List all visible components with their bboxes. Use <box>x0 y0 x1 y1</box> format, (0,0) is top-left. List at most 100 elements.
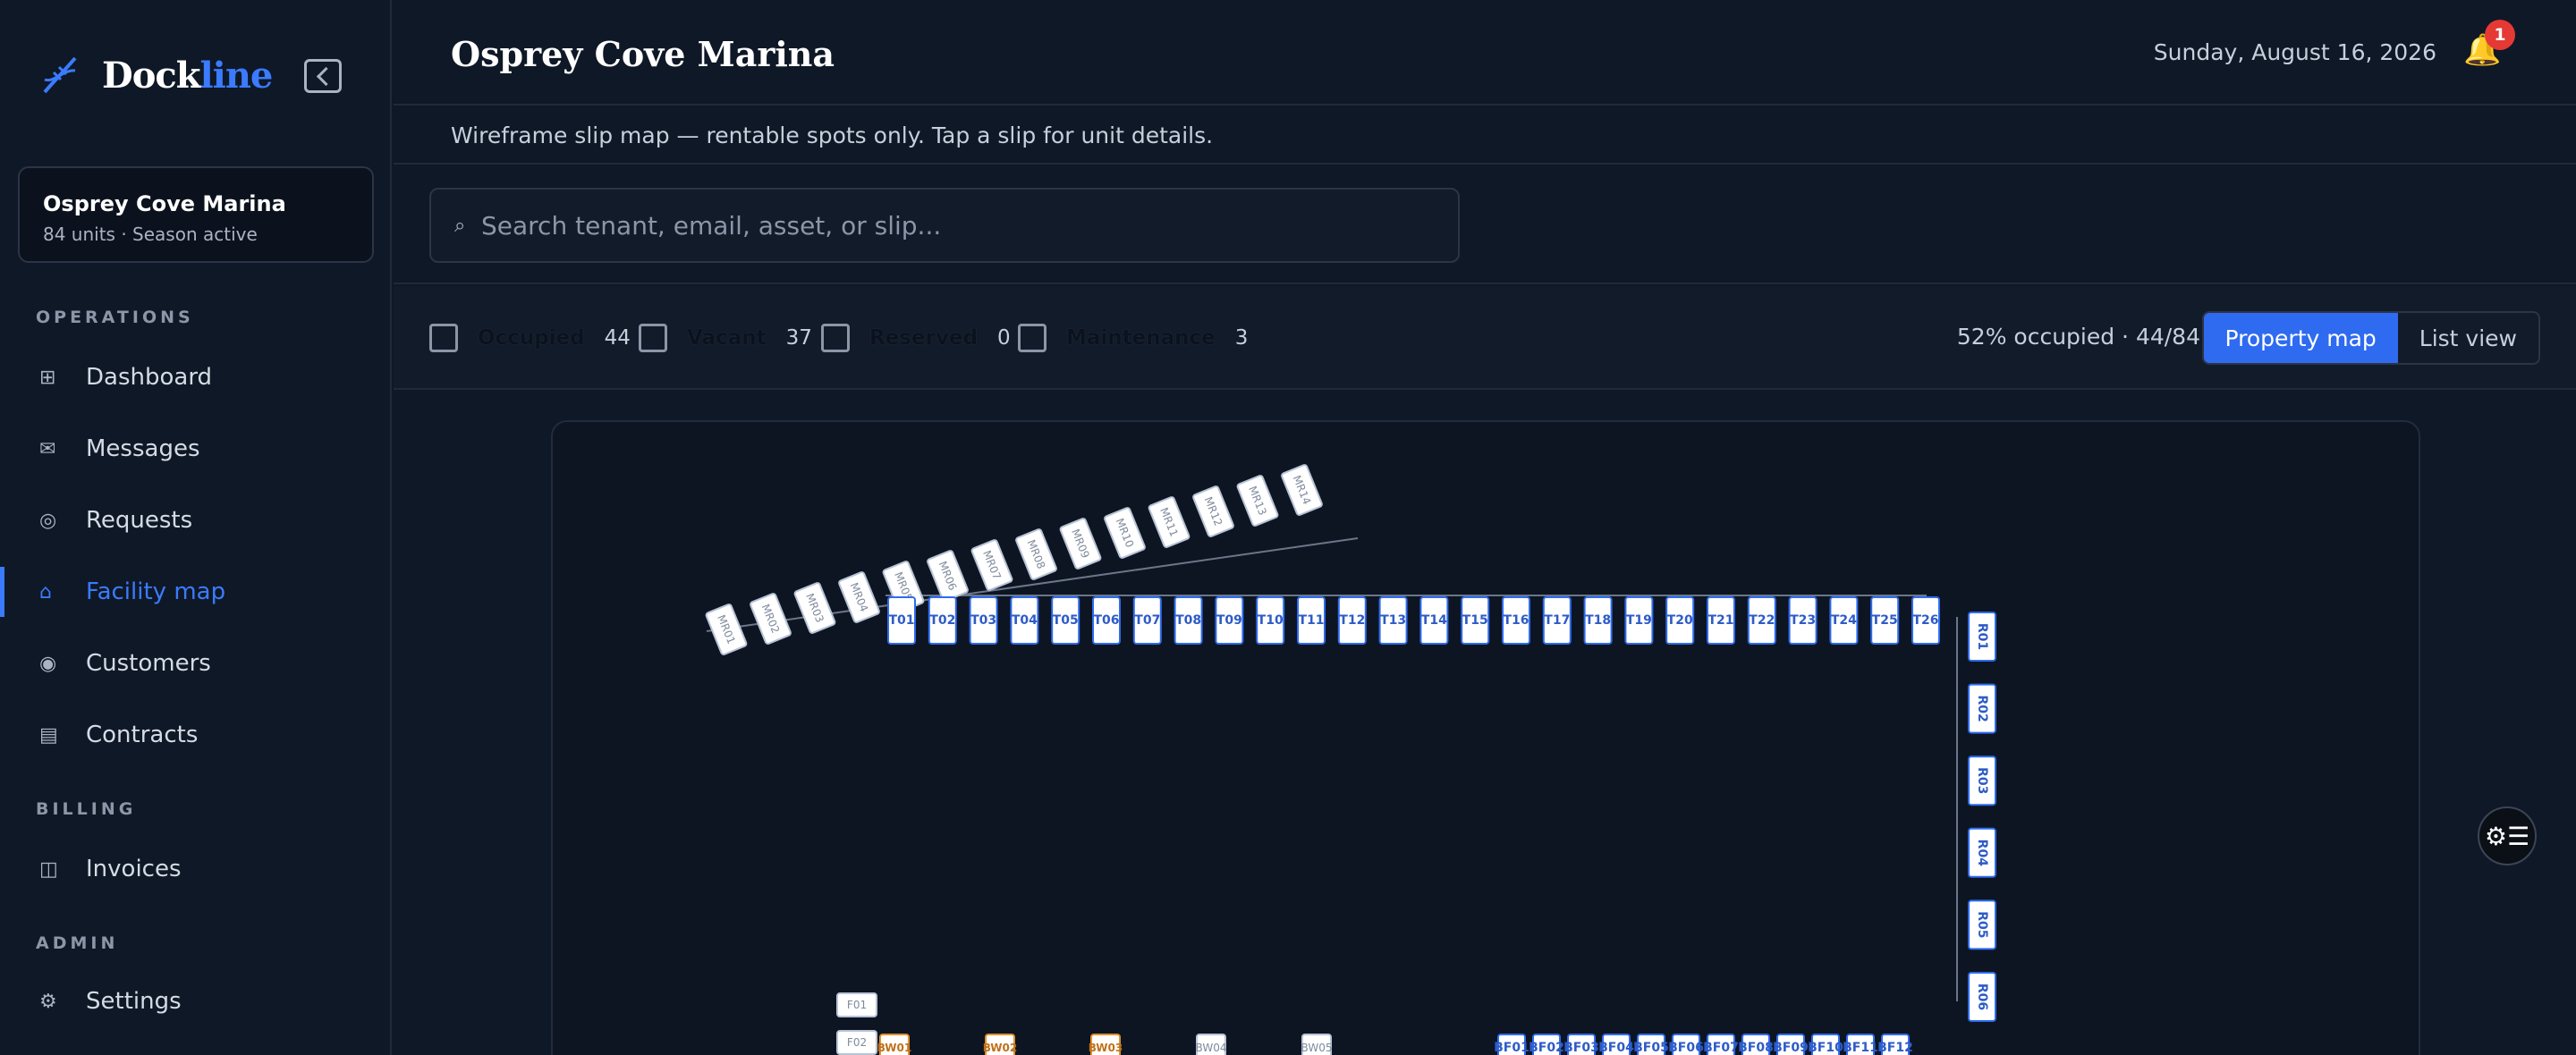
slip-bf07[interactable]: BF07 <box>1703 1034 1739 1055</box>
slip-t10[interactable]: T10 <box>1256 596 1285 645</box>
nav-item-contracts[interactable]: ▤ Contracts <box>0 710 390 760</box>
slip-f02[interactable]: F02 <box>836 1030 877 1055</box>
nav-item-requests[interactable]: ◎ Requests <box>0 495 390 545</box>
slip-mr09[interactable]: MR09 <box>1059 518 1102 570</box>
slip-mr04[interactable]: MR04 <box>838 571 880 623</box>
slip-label: BF12 <box>1877 1041 1913 1055</box>
slip-bf02[interactable]: BF02 <box>1529 1034 1564 1055</box>
slip-bf09[interactable]: BF09 <box>1773 1034 1809 1055</box>
slip-t06[interactable]: T06 <box>1092 596 1121 645</box>
slip-r03[interactable]: R03 <box>1968 755 1996 806</box>
slip-bf11[interactable]: BF11 <box>1843 1034 1878 1055</box>
nav-item-dashboard[interactable]: ⊞ Dashboard <box>0 352 390 402</box>
slip-t21[interactable]: T21 <box>1707 596 1735 645</box>
slip-bf03[interactable]: BF03 <box>1563 1034 1599 1055</box>
nav-item-settings[interactable]: ⚙ Settings <box>0 976 390 1026</box>
slip-label: T13 <box>1380 613 1406 628</box>
slip-bw04[interactable]: BW04 <box>1196 1034 1227 1055</box>
slip-label: R04 <box>1975 840 1989 867</box>
slip-r01[interactable]: R01 <box>1968 612 1996 662</box>
slip-t23[interactable]: T23 <box>1788 596 1818 645</box>
slip-mr02[interactable]: MR02 <box>750 593 792 645</box>
slip-t13[interactable]: T13 <box>1378 596 1408 645</box>
slip-bf12[interactable]: BF12 <box>1877 1034 1913 1055</box>
slip-r02[interactable]: R02 <box>1968 683 1996 734</box>
nav-item-invoices[interactable]: ◫ Invoices <box>0 844 390 894</box>
slip-mr12[interactable]: MR12 <box>1192 485 1234 537</box>
slip-label: BF02 <box>1529 1041 1564 1055</box>
slip-t17[interactable]: T17 <box>1542 596 1572 645</box>
property-subtitle: 84 units · Season active <box>43 224 258 245</box>
slip-label: T10 <box>1258 613 1284 628</box>
collapse-sidebar-button[interactable] <box>304 59 342 93</box>
slip-mr06[interactable]: MR06 <box>927 550 969 602</box>
brand[interactable]: Dockline <box>38 46 273 104</box>
slip-t02[interactable]: T02 <box>928 596 957 645</box>
nav-item-messages[interactable]: ✉ Messages <box>0 424 390 474</box>
slip-bf08[interactable]: BF08 <box>1738 1034 1774 1055</box>
slip-mr03[interactable]: MR03 <box>793 582 836 634</box>
slip-t15[interactable]: T15 <box>1461 596 1490 645</box>
slip-t18[interactable]: T18 <box>1583 596 1613 645</box>
slip-label: T04 <box>1012 613 1038 628</box>
slip-t12[interactable]: T12 <box>1337 596 1367 645</box>
slip-mr07[interactable]: MR07 <box>970 539 1013 591</box>
legend-toggle-icon[interactable]: ⚙☰ <box>2478 806 2537 865</box>
slip-t05[interactable]: T05 <box>1051 596 1080 645</box>
slip-t04[interactable]: T04 <box>1010 596 1039 645</box>
slip-bf10[interactable]: BF10 <box>1808 1034 1843 1055</box>
slip-bw05[interactable]: BW05 <box>1301 1034 1333 1055</box>
slip-t01[interactable]: T01 <box>887 596 916 645</box>
property-switcher[interactable]: Osprey Cove Marina 84 units · Season act… <box>18 166 374 263</box>
slip-r04[interactable]: R04 <box>1968 827 1996 878</box>
slip-bf05[interactable]: BF05 <box>1633 1034 1669 1055</box>
slip-t19[interactable]: T19 <box>1624 596 1654 645</box>
nav-item-customers[interactable]: ◉ Customers <box>0 638 390 688</box>
slip-t25[interactable]: T25 <box>1870 596 1900 645</box>
slip-mr11[interactable]: MR11 <box>1148 496 1191 548</box>
slip-label: BW01 <box>877 1042 911 1054</box>
slip-bw01[interactable]: BW01 <box>877 1034 911 1055</box>
slip-label: BW05 <box>1301 1042 1333 1054</box>
slip-mr13[interactable]: MR13 <box>1236 475 1279 527</box>
slip-label: BF05 <box>1633 1041 1669 1055</box>
nav-item-label: Contracts <box>86 722 199 748</box>
slip-bf04[interactable]: BF04 <box>1598 1034 1634 1055</box>
slip-mr10[interactable]: MR10 <box>1104 507 1146 559</box>
slip-t26[interactable]: T26 <box>1911 596 1940 645</box>
slip-label: T11 <box>1298 613 1324 628</box>
nav-item-label: Messages <box>86 435 200 462</box>
slip-t03[interactable]: T03 <box>969 596 998 645</box>
slip-f01[interactable]: F01 <box>836 992 877 1017</box>
sidebar: Dockline Osprey Cove Marina 84 units · S… <box>0 0 392 1055</box>
slip-t20[interactable]: T20 <box>1665 596 1695 645</box>
slip-bw02[interactable]: BW02 <box>983 1034 1017 1055</box>
nav-item-facility-map[interactable]: ⌂ Facility map <box>0 567 390 617</box>
slip-t07[interactable]: T07 <box>1132 596 1162 645</box>
slip-label: T03 <box>970 613 996 628</box>
slip-t08[interactable]: T08 <box>1174 596 1203 645</box>
slip-t16[interactable]: T16 <box>1502 596 1530 645</box>
slip-t11[interactable]: T11 <box>1297 596 1326 645</box>
slip-r05[interactable]: R05 <box>1968 899 1996 950</box>
slip-mr14[interactable]: MR14 <box>1281 464 1323 516</box>
slip-bf06[interactable]: BF06 <box>1668 1034 1704 1055</box>
slip-label: F02 <box>847 1036 867 1049</box>
slip-mr08[interactable]: MR08 <box>1015 528 1057 580</box>
slip-r06[interactable]: R06 <box>1968 972 1996 1022</box>
slip-mr01[interactable]: MR01 <box>705 603 748 655</box>
slip-t09[interactable]: T09 <box>1215 596 1244 645</box>
slip-label: T12 <box>1339 613 1365 628</box>
slip-t22[interactable]: T22 <box>1747 596 1776 645</box>
slip-label: T07 <box>1134 613 1160 628</box>
slip-label: BF11 <box>1843 1041 1878 1055</box>
slip-bw03[interactable]: BW03 <box>1089 1034 1123 1055</box>
slip-t14[interactable]: T14 <box>1419 596 1449 645</box>
property-name: Osprey Cove Marina <box>43 191 286 216</box>
slip-label: T06 <box>1093 613 1119 628</box>
slip-label: T21 <box>1707 613 1733 628</box>
slip-label: T09 <box>1216 613 1242 628</box>
slip-label: T26 <box>1912 613 1938 628</box>
slip-bf01[interactable]: BF01 <box>1494 1034 1530 1055</box>
slip-t24[interactable]: T24 <box>1829 596 1859 645</box>
